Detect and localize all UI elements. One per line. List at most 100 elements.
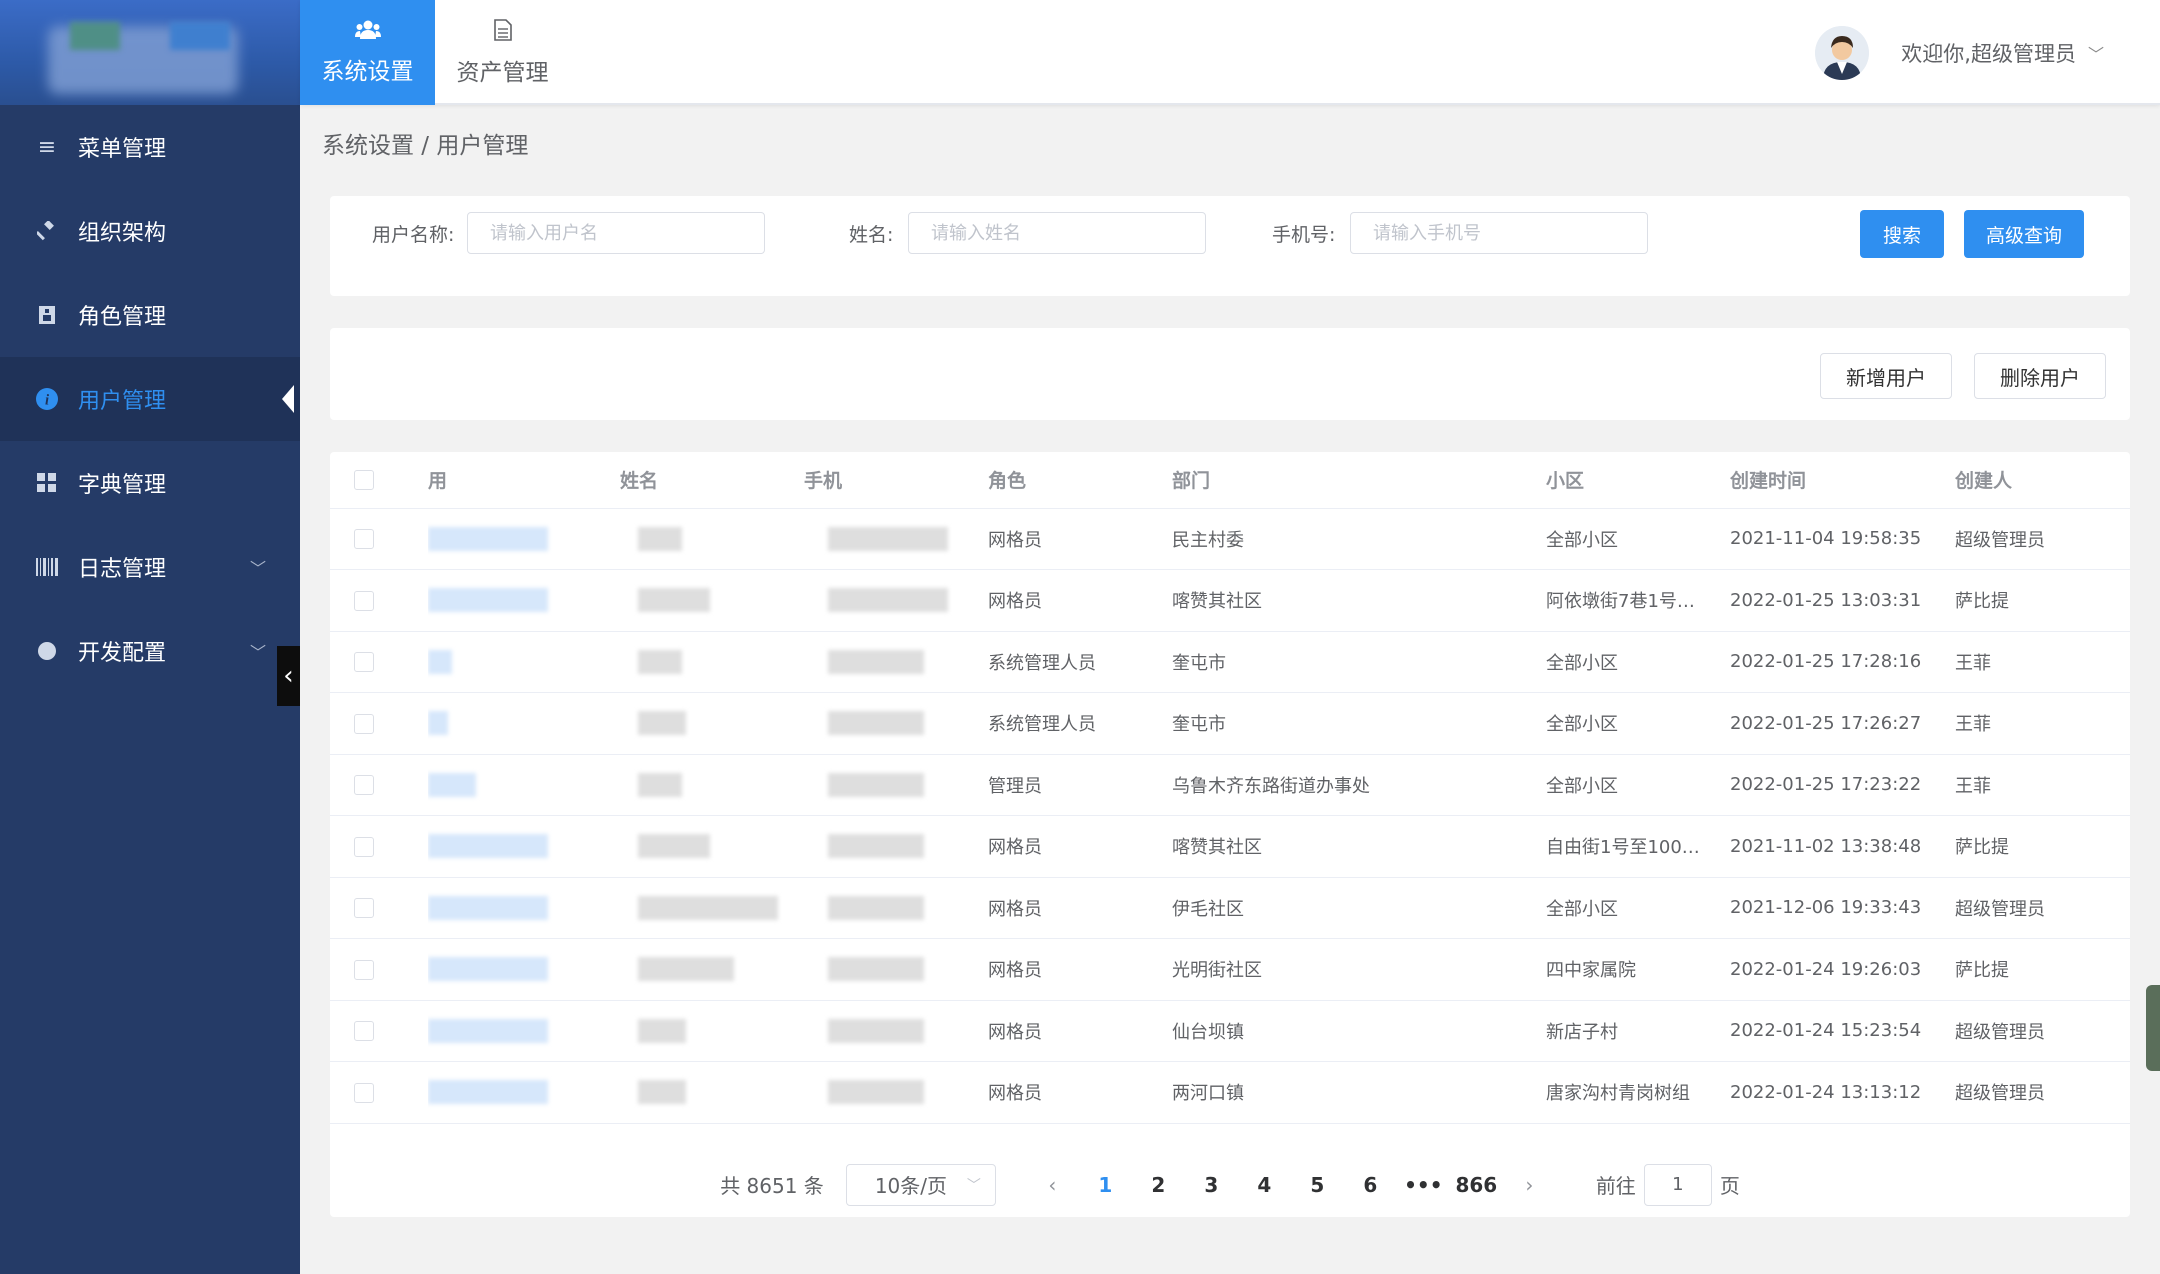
table-row[interactable]: 网格员 伊毛社区 全部小区 2021-12-06 19:33:43 超级管理员 [330,877,2130,939]
name-cell [620,692,804,755]
row-checkbox[interactable] [354,1082,374,1103]
next-page-button[interactable]: › [1503,1173,1556,1197]
phone-cell [804,631,988,693]
created-time-cell: 2021-12-06 19:33:43 [1730,877,1955,939]
community-cell: 自由街1号至100… [1546,815,1730,878]
page-button[interactable]: 4 [1238,1173,1291,1197]
row-checkbox[interactable] [354,959,374,980]
table-row[interactable]: 网格员 光明街社区 四中家属院 2022-01-24 19:26:03 萨比提 [330,938,2130,1001]
sidebar-item-dictionary[interactable]: 字典管理 [0,441,300,525]
department-cell: 乌鲁木齐东路街道办事处 [1172,754,1546,816]
role-cell: 网格员 [988,877,1172,939]
phone-cell [804,1061,988,1124]
row-checkbox[interactable] [354,652,374,673]
department-cell: 奎屯市 [1172,692,1546,755]
advanced-search-button[interactable]: 高级查询 [1964,210,2084,258]
goto-page-input[interactable] [1643,1163,1712,1206]
column-header-username[interactable]: 用 [428,452,620,509]
role-cell: 网格员 [988,815,1172,878]
name-input[interactable] [908,212,1206,254]
page-button[interactable]: 5 [1291,1173,1344,1197]
column-header-community[interactable]: 小区 [1546,452,1730,509]
creator-cell: 超级管理员 [1955,1061,2130,1124]
top-bar: 系统设置 资产管理 欢迎你,超级管理员 ﹀ [300,0,2160,105]
column-header-phone[interactable]: 手机 [804,452,988,509]
select-all-checkbox[interactable] [354,470,374,491]
created-time-cell: 2022-01-24 15:23:54 [1730,1000,1955,1062]
row-select-cell [330,1061,428,1124]
sidebar-item-dev-config[interactable]: 开发配置 ﹀ [0,609,300,693]
row-checkbox[interactable] [354,836,374,857]
creator-cell: 超级管理员 [1955,1000,2130,1062]
table-row[interactable]: 网格员 喀赞其社区 阿依墩街7巷1号… 2022-01-25 13:03:31 萨比提 [330,569,2130,632]
creator-cell: 超级管理员 [1955,877,2130,939]
sidebar-item-roles[interactable]: 角色管理 [0,273,300,357]
tab-asset-management[interactable]: 资产管理 [435,0,570,105]
delete-user-button[interactable]: 删除用户 [1974,353,2106,399]
sidebar-item-organization[interactable]: 组织架构 [0,189,300,273]
welcome-text: 欢迎你,超级管理员 [1901,42,2076,66]
page-button[interactable]: 3 [1185,1173,1238,1197]
collapse-sidebar-button[interactable]: ‹ [277,646,300,706]
redacted-username [428,649,452,674]
sidebar-item-menu[interactable]: ≡ 菜单管理 [0,105,300,189]
table-row[interactable]: 网格员 仙台坝镇 新店子村 2022-01-24 15:23:54 超级管理员 [330,1000,2130,1062]
page-size-select[interactable]: 10条/页 ﹀ [845,1163,996,1206]
username-input[interactable] [467,212,765,254]
table-row[interactable]: 网格员 喀赞其社区 自由街1号至100… 2021-11-02 13:38:48 萨比提 [330,815,2130,878]
redacted-username [428,711,448,736]
created-time-cell: 2022-01-25 17:26:27 [1730,692,1955,755]
redacted-username [428,588,548,613]
page-button[interactable]: 866 [1450,1173,1503,1197]
phone-cell [804,938,988,1001]
row-checkbox[interactable] [354,1021,374,1042]
chevron-down-icon: ﹀ [966,1177,981,1194]
user-menu[interactable]: 欢迎你,超级管理员 ﹀ [1815,26,2104,80]
table-row[interactable]: 网格员 两河口镇 唐家沟村青岗树组 2022-01-24 13:13:12 超级管理员 [330,1061,2130,1124]
more-pages-button[interactable]: ••• [1397,1173,1450,1197]
row-checkbox[interactable] [354,529,374,550]
column-header-name[interactable]: 姓名 [620,452,804,509]
page-suffix: 页 [1719,1174,1740,1198]
row-checkbox[interactable] [354,713,374,734]
page-button[interactable]: 6 [1344,1173,1397,1197]
name-cell [620,631,804,693]
sidebar-item-users[interactable]: i 用户管理 [0,357,300,441]
column-header-department[interactable]: 部门 [1172,452,1546,509]
row-select-cell [330,815,428,878]
sidebar-item-logs[interactable]: 日志管理 ﹀ [0,525,300,609]
app-logo [0,0,300,105]
table-row[interactable]: 管理员 乌鲁木齐东路街道办事处 全部小区 2022-01-25 17:23:22 王菲 [330,754,2130,816]
page-button[interactable]: 2 [1132,1173,1185,1197]
name-cell [620,569,804,632]
row-checkbox[interactable] [354,775,374,796]
table-row[interactable]: 网格员 民主村委 全部小区 2021-11-04 19:58:35 超级管理员 [330,508,2130,570]
department-cell: 仙台坝镇 [1172,1000,1546,1062]
prev-page-button[interactable]: ‹ [1026,1173,1079,1197]
column-header-creator[interactable]: 创建人 [1955,452,2130,509]
table-row[interactable]: 系统管理人员 奎屯市 全部小区 2022-01-25 17:26:27 王菲 [330,692,2130,755]
row-checkbox[interactable] [354,898,374,919]
role-cell: 系统管理人员 [988,692,1172,755]
phone-input[interactable] [1350,212,1648,254]
name-cell [620,815,804,878]
row-checkbox[interactable] [354,590,374,611]
column-header-role[interactable]: 角色 [988,452,1172,509]
role-cell: 网格员 [988,508,1172,570]
username-label: 用户名称: [372,224,455,246]
username-cell [428,877,620,939]
department-cell: 喀赞其社区 [1172,815,1546,878]
search-button[interactable]: 搜索 [1860,210,1944,258]
add-user-button[interactable]: 新增用户 [1820,353,1952,399]
table-row[interactable]: 系统管理人员 奎屯市 全部小区 2022-01-25 17:28:16 王菲 [330,631,2130,693]
chevron-down-icon: ﹀ [2087,45,2104,64]
page-button[interactable]: 1 [1079,1173,1132,1197]
side-widget[interactable] [2146,985,2160,1071]
redacted-username [428,957,548,982]
creator-cell: 萨比提 [1955,938,2130,1001]
department-cell: 民主村委 [1172,508,1546,570]
tab-system-settings[interactable]: 系统设置 [300,0,435,105]
column-header-created-time[interactable]: 创建时间 [1730,452,1955,509]
goto-label: 前往 [1595,1174,1636,1198]
redacted-name [638,957,734,982]
